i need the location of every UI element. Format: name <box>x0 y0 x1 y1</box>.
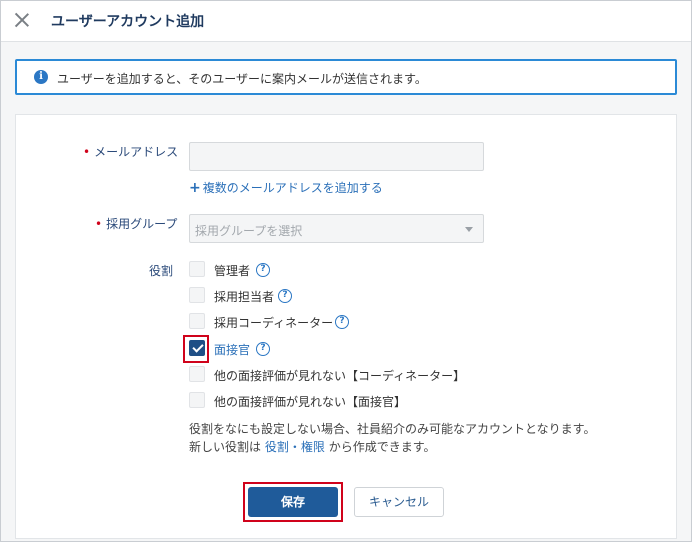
required-mark: • <box>95 217 103 231</box>
help-icon[interactable]: ? <box>256 342 270 356</box>
roles-note-link-line: 新しい役割は 役割・権限 から作成できます。 <box>189 440 436 454</box>
help-icon[interactable]: ? <box>278 289 292 303</box>
role-label: 他の面接評価が見れない【コーディネーター】 <box>214 369 466 383</box>
cancel-button[interactable]: キャンセル <box>354 487 444 517</box>
checkbox[interactable] <box>189 392 205 408</box>
role-label: 他の面接評価が見れない【面接官】 <box>214 395 407 409</box>
roles-label: 役割 <box>149 264 174 278</box>
chevron-down-icon <box>465 227 473 232</box>
roles-note: 役割をなにも設定しない場合、社員紹介のみ可能なアカウントとなります。 <box>189 422 596 436</box>
required-mark: • <box>83 145 91 159</box>
roles-permissions-link[interactable]: 役割・権限 <box>265 440 325 454</box>
role-label: 管理者 <box>214 264 251 278</box>
role-label: 採用担当者 <box>214 290 275 304</box>
checkbox[interactable] <box>189 261 205 277</box>
checkbox[interactable] <box>189 313 205 329</box>
highlight-box <box>183 335 209 363</box>
checkbox[interactable] <box>189 287 205 303</box>
close-icon[interactable] <box>13 11 31 29</box>
info-banner: i ユーザーを追加すると、そのユーザーに案内メールが送信されます。 <box>15 59 677 95</box>
add-multiple-emails-link[interactable]: + 複数のメールアドレスを追加する <box>189 179 383 196</box>
info-text: ユーザーを追加すると、そのユーザーに案内メールが送信されます。 <box>57 72 427 86</box>
help-icon[interactable]: ? <box>335 315 349 329</box>
dialog-title: ユーザーアカウント追加 <box>51 14 205 30</box>
checkbox[interactable] <box>189 366 205 382</box>
role-label: 採用コーディネーター <box>214 316 334 330</box>
group-select-placeholder: 採用グループを選択 <box>195 224 303 238</box>
plus-icon: + <box>189 180 201 196</box>
user-form: • メールアドレス + 複数のメールアドレスを追加する • 採用グループ 採用グループ… <box>15 114 677 539</box>
help-icon[interactable]: ? <box>256 263 270 277</box>
save-button[interactable]: 保存 <box>248 487 338 517</box>
role-label: 面接官 <box>214 343 251 357</box>
email-field[interactable] <box>189 142 484 171</box>
group-label: • 採用グループ <box>95 217 178 231</box>
email-label: • メールアドレス <box>83 145 179 159</box>
dialog-header: ユーザーアカウント追加 <box>1 1 691 42</box>
info-icon: i <box>34 70 48 84</box>
group-select[interactable]: 採用グループを選択 <box>189 214 484 243</box>
